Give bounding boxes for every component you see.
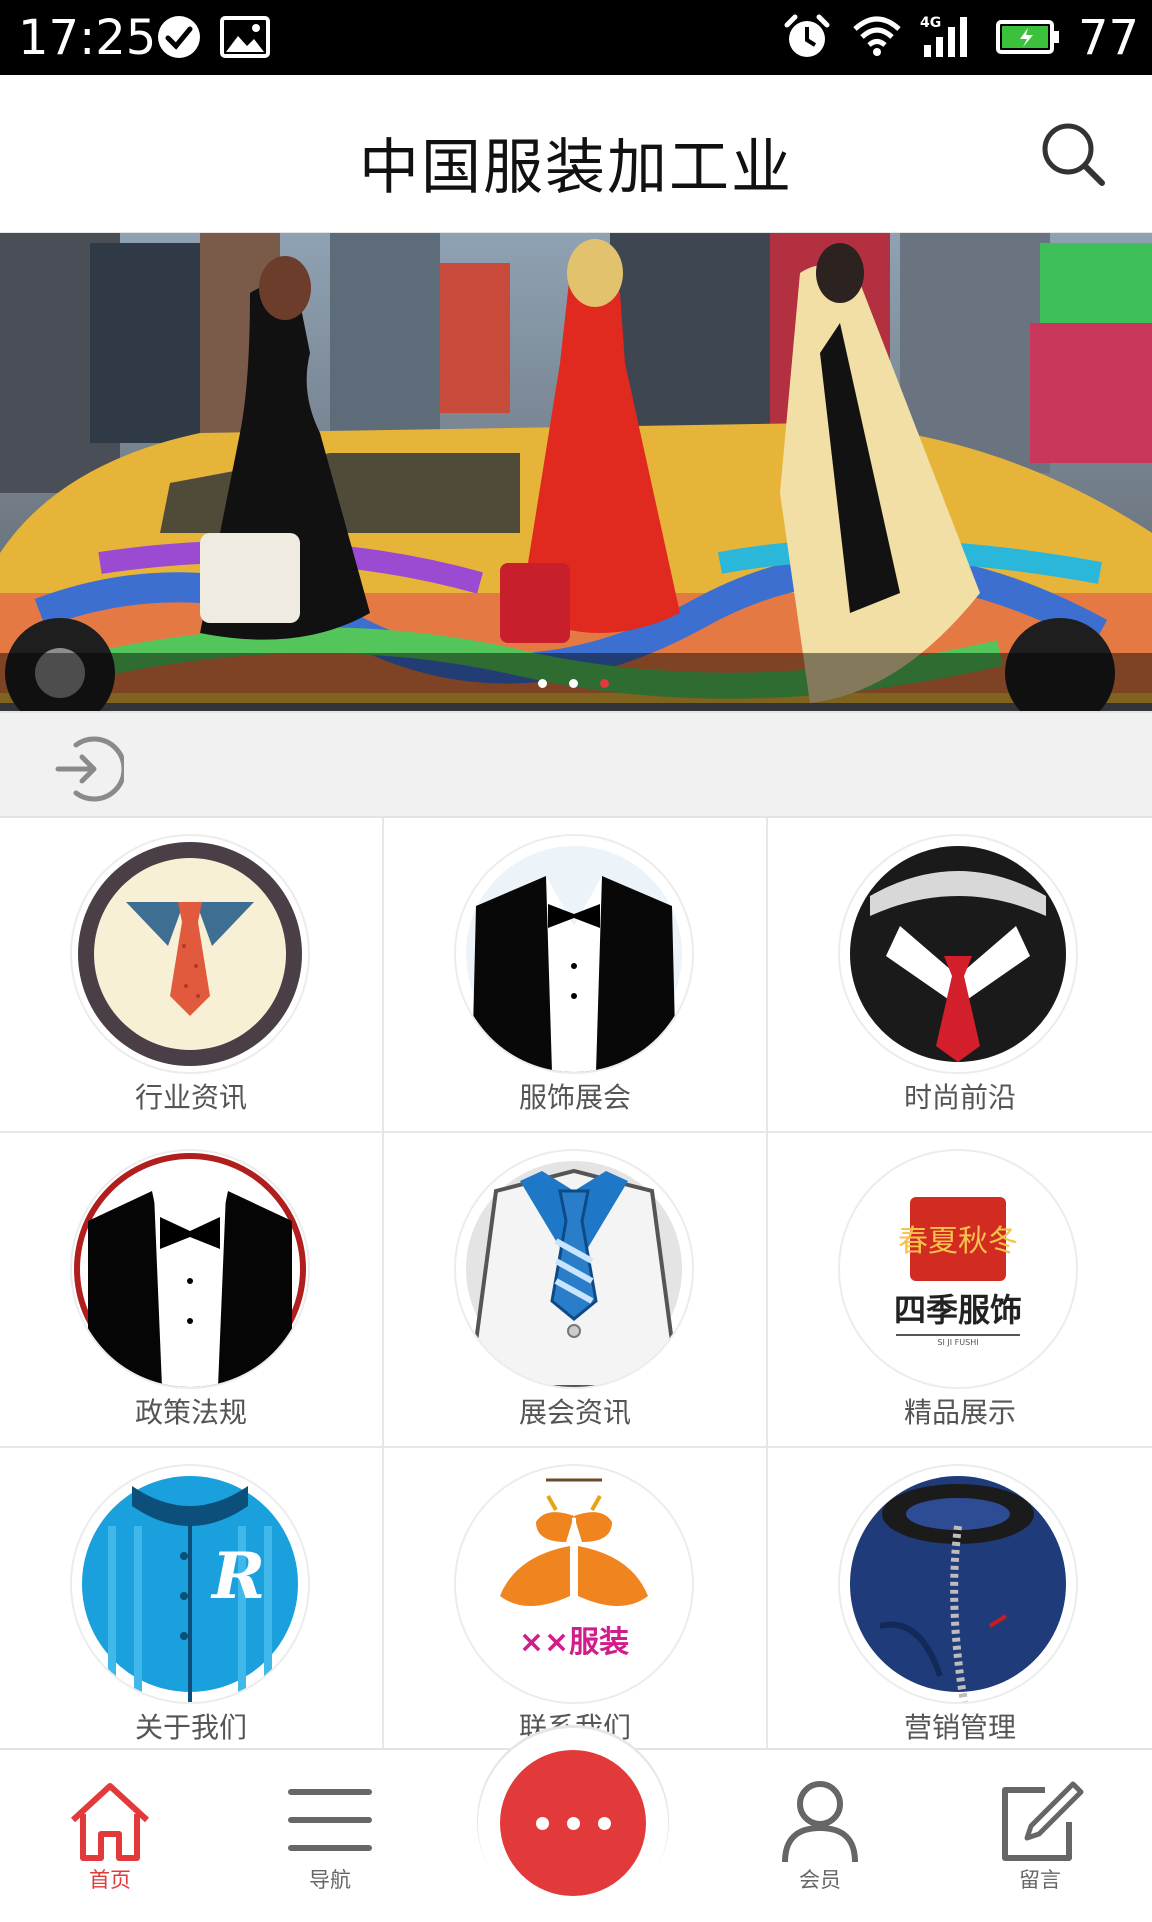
bowtie-tuxedo-icon [72, 1151, 308, 1387]
grid-item-about-us[interactable]: R 关于我们 [0, 1448, 384, 1763]
wifi-icon [853, 16, 901, 56]
grid-item-contact-us[interactable]: ××服装 联系我们 [384, 1448, 768, 1763]
four-seasons-logo-icon: 春夏秋冬 四季服饰 SI JI FUSHI [840, 1151, 1076, 1387]
login-icon[interactable] [52, 733, 124, 805]
nav-home[interactable]: 首页 [20, 1750, 200, 1922]
home-icon [70, 1783, 150, 1861]
nav-member[interactable]: 会员 [730, 1750, 910, 1922]
alarm-icon [784, 14, 830, 57]
suit-red-tie-icon [840, 836, 1076, 1072]
carousel-indicator[interactable] [538, 679, 609, 688]
tuxedo-icon [456, 836, 692, 1072]
grid-item-marketing[interactable]: 营销管理 [768, 1448, 1152, 1763]
banner-carousel[interactable] [0, 233, 1152, 711]
grid-item-label: 营销管理 [903, 1711, 1016, 1744]
nav-home-label: 首页 [89, 1868, 131, 1892]
grid-item-fashion-frontier[interactable]: 时尚前沿 [768, 818, 1152, 1133]
status-bar: 17:25 4G 77 [0, 0, 1152, 75]
status-time: 17:25 [18, 10, 157, 66]
image-icon [220, 16, 270, 58]
svg-text:4G: 4G [920, 15, 941, 31]
grid-item-label: 时尚前沿 [903, 1081, 1016, 1114]
check-circle-icon [158, 16, 200, 58]
grid-item-label: 展会资讯 [518, 1396, 631, 1429]
brand-text: 四季服饰 [894, 1291, 1022, 1329]
seal-text: 春夏秋冬 [898, 1224, 1018, 1259]
battery-charging-icon [996, 20, 1059, 54]
nav-navigation-label: 导航 [309, 1868, 351, 1892]
grid-item-showcase[interactable]: 春夏秋冬 四季服饰 SI JI FUSHI 精品展示 [768, 1133, 1152, 1448]
grid-item-policies[interactable]: 政策法规 [0, 1133, 384, 1448]
carousel-dot-active[interactable] [600, 679, 609, 688]
nav-message-label: 留言 [1019, 1868, 1061, 1892]
butterfly-logo-icon: ××服装 [456, 1466, 692, 1702]
carousel-dot[interactable] [569, 679, 578, 688]
grid-item-label: 关于我们 [134, 1711, 247, 1744]
grid-item-expo-news[interactable]: 展会资讯 [384, 1133, 768, 1448]
grid-item-fashion-expo[interactable]: 服饰展会 [384, 818, 768, 1133]
user-icon [782, 1781, 858, 1863]
4g-signal-icon: 4G [920, 15, 967, 57]
category-grid: 行业资讯 服饰展会 时尚前沿 政策法规 展会资讯 春夏秋冬 四季服饰 SI JI… [0, 818, 1152, 1763]
brand-subtext: SI JI FUSHI [937, 1338, 978, 1347]
nav-navigation[interactable]: 导航 [240, 1750, 420, 1922]
carousel-dot[interactable] [538, 679, 547, 688]
nav-message[interactable]: 留言 [950, 1750, 1130, 1922]
app-header: 中国服装加工业 [0, 75, 1152, 233]
tie-icon [72, 836, 308, 1072]
login-strip [0, 711, 1152, 818]
search-icon[interactable] [1040, 121, 1106, 187]
more-icon [500, 1750, 646, 1896]
bottom-navigation: 首页 导航 会员 留言 [0, 1728, 1152, 1922]
grid-item-label: 精品展示 [903, 1396, 1016, 1429]
more-button[interactable] [478, 1728, 668, 1918]
page-title: 中国服装加工业 [359, 133, 793, 203]
grid-item-label: 服饰展会 [518, 1081, 631, 1114]
banner-image [0, 233, 1152, 711]
grid-item-industry-news[interactable]: 行业资讯 [0, 818, 384, 1133]
edit-icon [1002, 1781, 1084, 1861]
white-suit-icon [456, 1151, 692, 1387]
jersey-icon: R [72, 1466, 308, 1702]
menu-icon [288, 1789, 372, 1851]
nav-member-label: 会员 [799, 1868, 841, 1892]
butterfly-text: ××服装 [519, 1625, 629, 1660]
grid-item-label: 政策法规 [134, 1396, 247, 1429]
jacket-zipper-icon [840, 1466, 1076, 1702]
battery-level: 77 [1078, 10, 1140, 66]
grid-item-label: 行业资讯 [134, 1081, 247, 1114]
svg-text:R: R [210, 1539, 265, 1614]
